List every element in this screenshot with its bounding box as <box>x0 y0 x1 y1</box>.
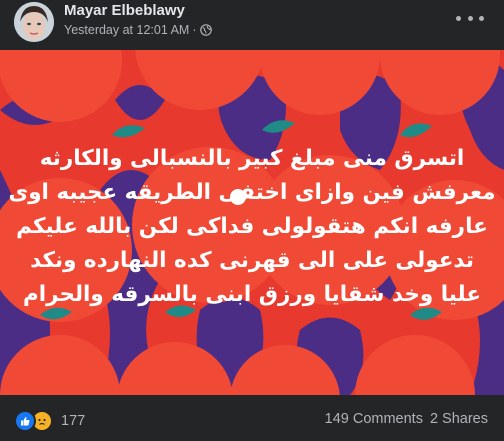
text-line: عليا وخد شقايا ورزق ابنى بالسرقه والحرام <box>22 282 482 307</box>
post-image[interactable]: اتسرق منى مبلغ كبير بالنسبالى والكارثه م… <box>0 50 504 395</box>
post-meta: Yesterday at 12:01 AM · <box>64 23 212 37</box>
post-stats: 149 Comments 2 Shares <box>325 411 488 427</box>
post-header: Mayar Elbeblawy Yesterday at 12:01 AM · <box>0 0 504 48</box>
reactions-summary[interactable]: 177 <box>14 410 85 432</box>
like-icon <box>14 410 36 432</box>
comments-count-link[interactable]: 149 Comments <box>325 411 423 427</box>
more-options-icon[interactable] <box>456 10 484 26</box>
text-line: اتسرق منى مبلغ كبير بالنسبالى والكارثه <box>39 146 465 171</box>
globe-icon[interactable] <box>199 24 212 36</box>
author-avatar[interactable] <box>14 2 54 42</box>
post-footer: 177 149 Comments 2 Shares <box>0 398 504 441</box>
reaction-count[interactable]: 177 <box>61 413 85 429</box>
author-name[interactable]: Mayar Elbeblawy <box>64 2 185 19</box>
shares-count-link[interactable]: 2 Shares <box>430 411 488 427</box>
text-line: معرفش فين وازاى اختفى الطريقه عجيبه اوى <box>8 180 496 205</box>
text-line: تدعولى على الى قهرنى كده النهارده ونكد <box>30 248 474 273</box>
meta-separator: · <box>192 23 197 37</box>
avatar-image <box>14 2 54 42</box>
post-timestamp[interactable]: Yesterday at 12:01 AM <box>64 23 189 37</box>
post-image-text: اتسرق منى مبلغ كبير بالنسبالى والكارثه م… <box>0 142 504 312</box>
text-line: عارفه انكم هتقولولى فداكى لكن بالله عليك… <box>16 214 488 239</box>
